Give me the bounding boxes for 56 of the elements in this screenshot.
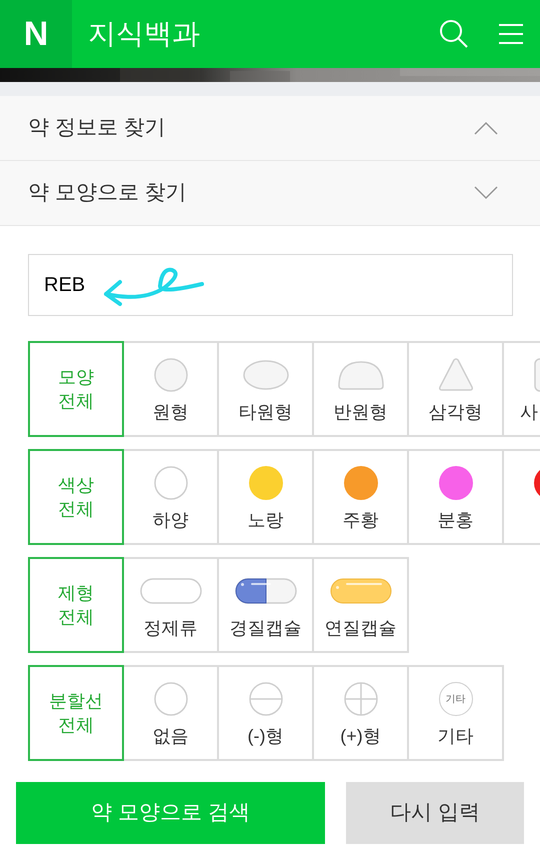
reset-button[interactable]: 다시 입력 bbox=[346, 782, 524, 844]
option-label: 주황 bbox=[342, 509, 378, 532]
option-label: 기타 bbox=[438, 725, 474, 748]
option-label: 없음 bbox=[152, 725, 188, 748]
filter-option[interactable]: 원형 bbox=[124, 341, 219, 437]
filter-option[interactable]: 정제류 bbox=[124, 557, 219, 653]
search-field[interactable]: REB bbox=[28, 254, 513, 316]
filter-option[interactable]: 없음 bbox=[124, 665, 219, 761]
option-label: 타원형 bbox=[238, 401, 292, 424]
page-title: 지식백과 bbox=[88, 17, 200, 51]
filter-option[interactable]: 타원형 bbox=[219, 341, 314, 437]
option-label: (+)형 bbox=[340, 725, 381, 748]
option-label: 반원형 bbox=[334, 401, 388, 424]
filter-option[interactable]: 기타 기타 bbox=[409, 665, 504, 761]
accordion-header[interactable]: 약 정보로 찾기 bbox=[0, 96, 540, 161]
filter-option[interactable]: 경질캡슐 bbox=[219, 557, 314, 653]
accordion-label: 약 정보로 찾기 bbox=[28, 115, 167, 142]
filter-option[interactable]: 주황 bbox=[314, 449, 409, 545]
filter-option[interactable]: 연질캡슐 bbox=[314, 557, 409, 653]
option-label: 연질캡슐 bbox=[324, 617, 396, 640]
filter-option[interactable]: 하양 bbox=[124, 449, 219, 545]
chevron-down-icon bbox=[474, 186, 498, 200]
color-dot-icon bbox=[438, 466, 472, 500]
filter-option[interactable]: 분홍 bbox=[409, 449, 504, 545]
color-dot-icon bbox=[248, 466, 282, 500]
accordion-label: 약 모양으로 찾기 bbox=[28, 180, 188, 206]
option-label: 분홍 bbox=[438, 509, 474, 532]
filter-option[interactable]: (-)형 bbox=[219, 665, 314, 761]
filter-option[interactable]: 삼각형 bbox=[409, 341, 504, 437]
circle-cross-icon bbox=[344, 682, 378, 716]
circle-icon bbox=[154, 682, 188, 716]
option-label: 노랑 bbox=[248, 509, 284, 532]
option-label: 경질캡슐 bbox=[230, 617, 302, 640]
option-label: 하양 bbox=[152, 509, 188, 532]
option-label: (-)형 bbox=[248, 725, 284, 748]
filter-option[interactable]: 노랑 bbox=[219, 449, 314, 545]
accordion-header[interactable]: 약 모양으로 찾기 bbox=[0, 161, 540, 226]
chevron-up-icon bbox=[474, 121, 498, 135]
triangle-icon bbox=[438, 358, 474, 392]
soft-capsule-icon bbox=[330, 578, 392, 604]
color-dot-icon bbox=[344, 466, 378, 500]
filter-option[interactable]: 반원형 bbox=[314, 341, 409, 437]
oval-icon bbox=[242, 360, 288, 390]
option-label: 정제류 bbox=[144, 617, 198, 640]
circle-icon bbox=[154, 358, 188, 392]
filter-option[interactable]: (+)형 bbox=[314, 665, 409, 761]
menu-icon[interactable] bbox=[499, 22, 523, 46]
filter-option[interactable]: 사 bbox=[504, 341, 540, 437]
option-label: 원형 bbox=[152, 401, 188, 424]
tablet-icon bbox=[140, 578, 202, 604]
circle-label-icon: 기타 bbox=[438, 682, 472, 716]
option-label: 삼각형 bbox=[428, 401, 482, 424]
color-dot-icon bbox=[154, 466, 188, 500]
search-icon[interactable] bbox=[439, 19, 469, 49]
capsule-icon bbox=[234, 578, 296, 604]
option-label: 사 bbox=[520, 401, 538, 424]
